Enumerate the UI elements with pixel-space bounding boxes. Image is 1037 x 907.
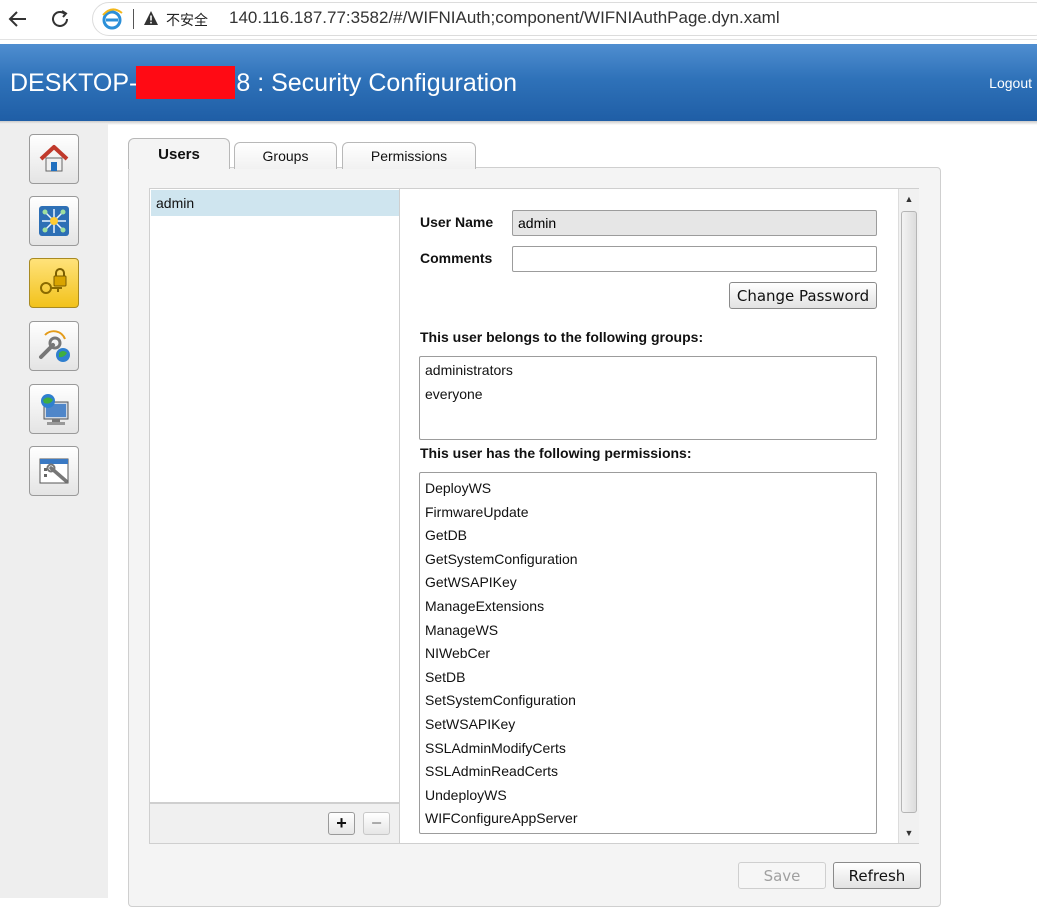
insecure-label[interactable]: 不安全: [166, 10, 208, 30]
save-button[interactable]: Save: [738, 862, 826, 889]
url-text[interactable]: 140.116.187.77:3582/#/WIFNIAuth;componen…: [229, 8, 780, 28]
tab-users[interactable]: Users: [128, 138, 230, 169]
permission-item[interactable]: UndeployWS: [425, 786, 871, 810]
reload-icon: [52, 10, 68, 27]
nav-web-server-button[interactable]: [29, 384, 79, 434]
comments-field[interactable]: [512, 246, 877, 272]
user-list: admin: [149, 188, 399, 803]
permission-item[interactable]: SetDB: [425, 668, 871, 692]
refresh-button[interactable]: Refresh: [833, 862, 921, 889]
ie-mode-icon[interactable]: [101, 8, 123, 30]
user-name-field[interactable]: [512, 210, 877, 236]
permissions-list[interactable]: DeployWS FirmwareUpdate GetDB GetSystemC…: [419, 472, 877, 834]
home-icon: [39, 145, 69, 172]
permission-item[interactable]: DeployWS: [425, 479, 871, 503]
title-suffix: 8 : Security Configuration: [236, 69, 518, 97]
group-item[interactable]: everyone: [425, 385, 871, 409]
page-title: DESKTOP- 8 : Security Configuration: [10, 69, 517, 98]
groups-list[interactable]: administrators everyone: [419, 356, 877, 440]
comments-label: Comments: [420, 250, 493, 266]
security-lock-icon: [40, 268, 67, 294]
nav-settings-button[interactable]: [29, 446, 79, 496]
user-list-item[interactable]: admin: [151, 190, 399, 216]
scroll-down-arrow-icon[interactable]: ▼: [899, 823, 919, 843]
user-name-label: User Name: [420, 214, 494, 230]
back-arrow-icon: [8, 11, 26, 27]
tools-globe-icon: [39, 330, 70, 362]
nav-security-button[interactable]: [29, 258, 79, 308]
change-password-button[interactable]: Change Password: [729, 282, 877, 309]
groups-heading: This user belongs to the following group…: [420, 329, 704, 345]
permission-item[interactable]: SSLAdminModifyCerts: [425, 739, 871, 763]
warning-icon[interactable]: [143, 10, 159, 26]
permission-item[interactable]: SetSystemConfiguration: [425, 691, 871, 715]
permission-item[interactable]: ManageExtensions: [425, 597, 871, 621]
details-scrollbar[interactable]: ▲ ▼: [898, 189, 919, 843]
header-shadow: [0, 121, 1037, 125]
browser-toolbar: 不安全 140.116.187.77:3582/#/WIFNIAuth;comp…: [0, 0, 1037, 40]
add-user-button[interactable]: +: [328, 812, 355, 835]
title-prefix: DESKTOP-: [10, 69, 138, 97]
app-header: DESKTOP- 8 : Security Configuration Logou…: [0, 44, 1037, 121]
network-icon: [39, 206, 69, 236]
permission-item[interactable]: NIWebCer: [425, 644, 871, 668]
nav-tools-button[interactable]: [29, 321, 79, 371]
user-list-footer: [149, 803, 399, 844]
scroll-up-arrow-icon[interactable]: ▲: [899, 189, 919, 209]
permission-item[interactable]: GetSystemConfiguration: [425, 550, 871, 574]
web-computer-icon: [41, 394, 69, 425]
nav-network-button[interactable]: [29, 196, 79, 246]
permission-item[interactable]: WIFConfigureAppServer: [425, 809, 871, 833]
permission-item[interactable]: SetWSAPIKey: [425, 715, 871, 739]
group-item[interactable]: administrators: [425, 361, 871, 385]
settings-window-icon: [39, 458, 69, 484]
nav-home-button[interactable]: [29, 134, 79, 184]
permissions-heading: This user has the following permissions:: [420, 445, 692, 461]
permission-item[interactable]: GetWSAPIKey: [425, 573, 871, 597]
back-button[interactable]: [2, 4, 34, 34]
logout-link[interactable]: Logout: [989, 75, 1032, 91]
tab-permissions[interactable]: Permissions: [342, 142, 476, 169]
permission-item[interactable]: GetDB: [425, 526, 871, 550]
scrollbar-thumb[interactable]: [901, 211, 917, 813]
remove-user-button[interactable]: −: [363, 812, 390, 835]
tab-groups[interactable]: Groups: [234, 142, 337, 169]
permission-item[interactable]: ManageWS: [425, 621, 871, 645]
address-divider: [133, 9, 134, 29]
redaction-box: [136, 66, 235, 99]
reload-button[interactable]: [44, 4, 76, 34]
permission-item[interactable]: FirmwareUpdate: [425, 503, 871, 527]
permission-item[interactable]: SSLAdminReadCerts: [425, 762, 871, 786]
